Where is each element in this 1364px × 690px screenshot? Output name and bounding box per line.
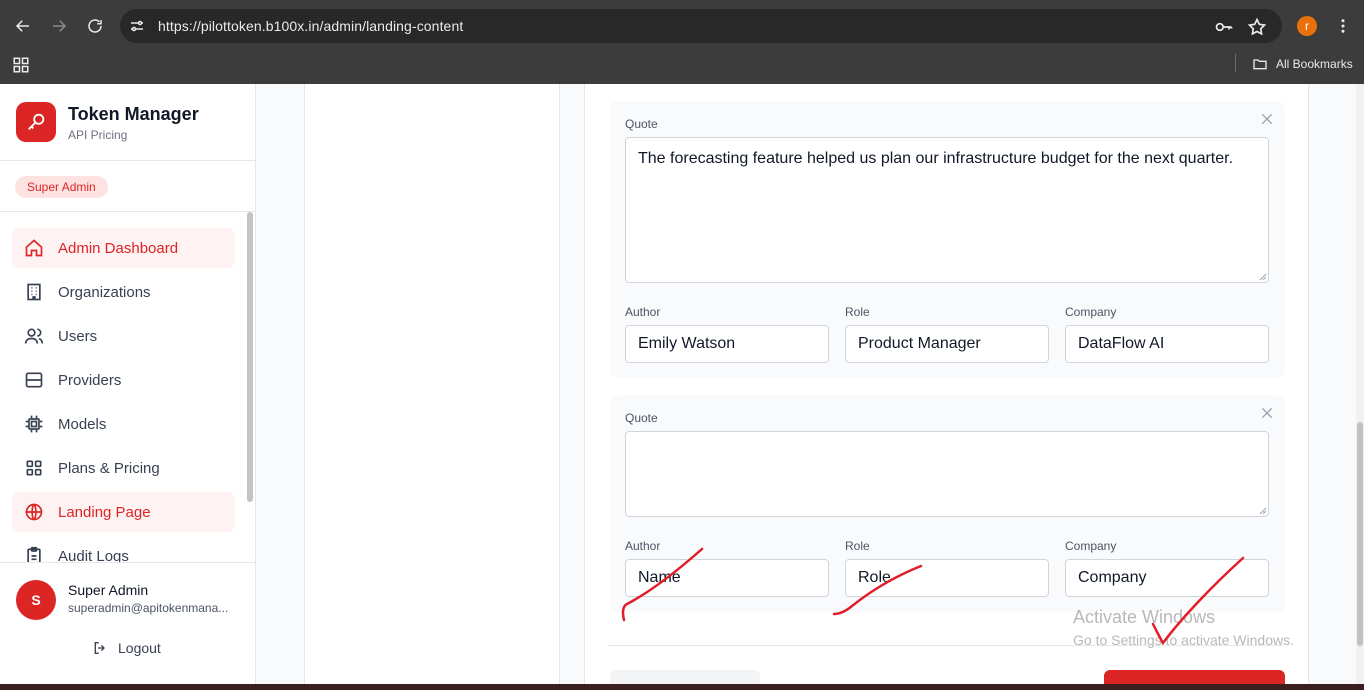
- star-icon[interactable]: [1247, 17, 1267, 37]
- sidebar-item-organizations[interactable]: Organizations: [12, 272, 235, 312]
- folder-icon: [1253, 59, 1267, 70]
- home-icon: [25, 239, 43, 257]
- sidebar-item-models[interactable]: Models: [12, 404, 235, 444]
- sidebar-item-label: Admin Dashboard: [58, 239, 179, 257]
- resize-handle-icon[interactable]: [1259, 507, 1267, 515]
- sidebar: Token Manager API Pricing Super Admin Ad…: [0, 84, 256, 690]
- logout-label: Logout: [118, 640, 161, 656]
- quote-label: Quote: [625, 411, 658, 425]
- sidebar-item-audit-logs[interactable]: Audit Logs: [12, 536, 235, 562]
- building-icon: [27, 283, 41, 301]
- brand-title: Token Manager: [68, 104, 199, 124]
- taskbar-edge: [0, 684, 1364, 690]
- key-icon: [28, 113, 45, 130]
- avatar: S: [16, 580, 56, 620]
- password-key-icon[interactable]: [1214, 17, 1234, 37]
- role-badge: Super Admin: [15, 176, 108, 198]
- bookmarks-bar: [0, 52, 1364, 84]
- quote-textarea[interactable]: The forecasting feature helped us plan o…: [625, 137, 1269, 283]
- windows-watermark-subtitle: Go to Settings to activate Windows.: [1073, 632, 1294, 648]
- sidebar-item-label: Plans & Pricing: [58, 459, 160, 477]
- role-input[interactable]: Role: [845, 559, 1049, 597]
- logout-button[interactable]: Logout: [92, 640, 161, 656]
- user-email: superadmin@apitokenmana...: [68, 601, 229, 615]
- testimonial-card: Quote The forecasting feature helped us …: [610, 101, 1285, 378]
- server-icon: [25, 372, 43, 388]
- company-input[interactable]: DataFlow AI: [1065, 325, 1269, 363]
- globe-icon: [25, 503, 43, 521]
- logout-icon: [94, 642, 105, 654]
- quote-textarea[interactable]: [625, 431, 1269, 517]
- author-label: Author: [625, 305, 661, 319]
- kebab-menu-icon[interactable]: [1334, 14, 1352, 38]
- main-scrollbar-thumb[interactable]: [1357, 422, 1363, 646]
- close-icon[interactable]: [1259, 111, 1275, 127]
- windows-watermark-title: Activate Windows: [1073, 607, 1216, 627]
- apps-grid-icon[interactable]: [12, 56, 30, 74]
- reload-icon[interactable]: [81, 12, 109, 40]
- back-icon[interactable]: [9, 12, 37, 40]
- bookmarks-divider: [1235, 54, 1236, 72]
- url-text[interactable]: https://pilottoken.b100x.in/admin/landin…: [158, 18, 463, 34]
- sidebar-scrollbar[interactable]: [247, 212, 253, 502]
- divider: [0, 562, 255, 563]
- sidebar-item-label: Users: [58, 327, 98, 345]
- all-bookmarks-button[interactable]: All Bookmarks: [1252, 55, 1353, 73]
- address-bar[interactable]: https://pilottoken.b100x.in/admin/landin…: [120, 9, 1282, 43]
- profile-avatar[interactable]: r: [1297, 16, 1317, 36]
- cpu-icon: [25, 415, 43, 433]
- role-label: Role: [845, 539, 870, 553]
- quote-label: Quote: [625, 117, 658, 131]
- author-input[interactable]: Emily Watson: [625, 325, 829, 363]
- grid-icon: [26, 460, 42, 476]
- site-settings-icon[interactable]: [128, 17, 146, 35]
- company-label: Company: [1065, 539, 1117, 553]
- author-input[interactable]: Name: [625, 559, 829, 597]
- forward-icon[interactable]: [45, 12, 73, 40]
- main-content: Quote The forecasting feature helped us …: [256, 84, 1364, 690]
- brand-subtitle: API Pricing: [68, 128, 128, 142]
- sidebar-item-label: Landing Page: [58, 503, 151, 521]
- sidebar-item-label: Audit Logs: [58, 547, 129, 563]
- sidebar-nav: Admin Dashboard Organizations Users Prov…: [0, 212, 246, 562]
- close-icon[interactable]: [1259, 405, 1275, 421]
- sidebar-item-label: Models: [58, 415, 107, 433]
- role-input[interactable]: Product Manager: [845, 325, 1049, 363]
- sidebar-item-plans-pricing[interactable]: Plans & Pricing: [12, 448, 235, 488]
- resize-handle-icon[interactable]: [1259, 273, 1267, 281]
- author-label: Author: [625, 539, 661, 553]
- users-icon: [24, 328, 44, 344]
- sidebar-item-users[interactable]: Users: [12, 316, 235, 356]
- all-bookmarks-label: All Bookmarks: [1276, 57, 1353, 71]
- brand-logo: [16, 102, 56, 142]
- divider: [0, 160, 255, 161]
- company-label: Company: [1065, 305, 1117, 319]
- content-panel-left: [304, 84, 560, 690]
- sidebar-item-label: Organizations: [58, 283, 151, 301]
- role-label: Role: [845, 305, 870, 319]
- clipboard-icon: [27, 546, 41, 562]
- company-input[interactable]: Company: [1065, 559, 1269, 597]
- testimonial-card: Quote Author Name Role Role Company Comp…: [610, 395, 1285, 612]
- sidebar-item-admin-dashboard[interactable]: Admin Dashboard: [12, 228, 235, 268]
- sidebar-item-providers[interactable]: Providers: [12, 360, 235, 400]
- sidebar-item-label: Providers: [58, 371, 122, 389]
- user-name: Super Admin: [68, 582, 149, 598]
- sidebar-item-landing-page[interactable]: Landing Page: [12, 492, 235, 532]
